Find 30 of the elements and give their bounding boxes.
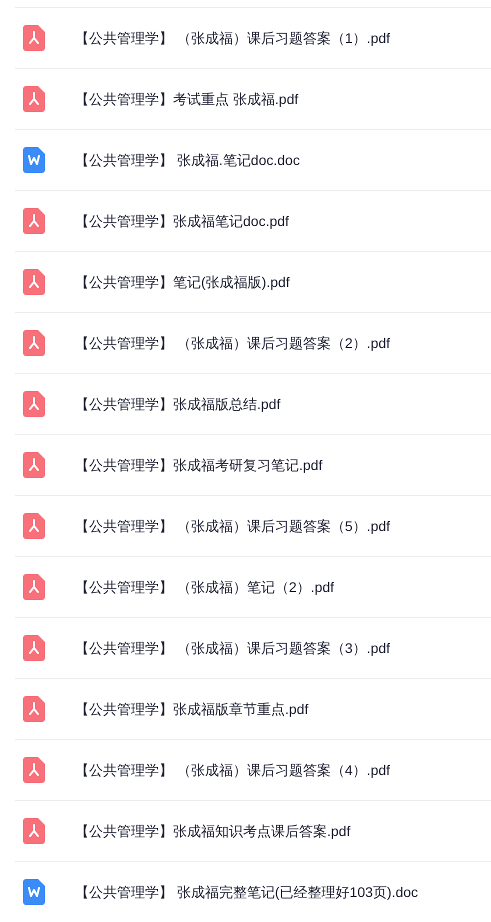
pdf-file-icon — [23, 391, 45, 417]
pdf-file-icon — [23, 757, 45, 783]
file-name[interactable]: 【公共管理学】笔记(张成福版).pdf — [75, 272, 290, 292]
file-name[interactable]: 【公共管理学】 （张成福）课后习题答案（2）.pdf — [75, 332, 390, 354]
pdf-file-icon — [23, 818, 45, 844]
file-name[interactable]: 【公共管理学】 （张成福）笔记（2）.pdf — [75, 576, 334, 598]
pdf-file-icon — [23, 208, 45, 234]
pdf-file-icon — [23, 86, 45, 112]
file-name[interactable]: 【公共管理学】张成福笔记doc.pdf — [75, 210, 289, 232]
file-name[interactable]: 【公共管理学】 （张成福）课后习题答案（1）.pdf — [75, 28, 390, 48]
file-name[interactable]: 【公共管理学】张成福知识考点课后答案.pdf — [75, 820, 350, 842]
pdf-file-icon — [23, 513, 45, 539]
word-file-icon — [23, 879, 45, 905]
pdf-file-icon — [23, 574, 45, 600]
pdf-file-icon — [23, 25, 45, 51]
file-name[interactable]: 【公共管理学】张成福版总结.pdf — [75, 394, 280, 414]
file-name[interactable]: 【公共管理学】 张成福.笔记doc.doc — [75, 150, 300, 170]
file-name[interactable]: 【公共管理学】 （张成福）课后习题答案（5）.pdf — [75, 516, 390, 536]
file-name[interactable]: 【公共管理学】张成福版章节重点.pdf — [75, 698, 308, 720]
pdf-file-icon — [23, 635, 45, 661]
pdf-file-icon — [23, 330, 45, 356]
file-name[interactable]: 【公共管理学】考试重点 张成福.pdf — [75, 88, 298, 110]
file-name[interactable]: 【公共管理学】 张成福完整笔记(已经整理好103页).doc — [75, 882, 418, 902]
pdf-file-icon — [23, 696, 45, 722]
pdf-file-icon — [23, 269, 45, 295]
file-name[interactable]: 【公共管理学】 （张成福）课后习题答案（3）.pdf — [75, 638, 390, 658]
pdf-file-icon — [23, 452, 45, 478]
file-name[interactable]: 【公共管理学】张成福考研复习笔记.pdf — [75, 454, 322, 476]
file-name[interactable]: 【公共管理学】 （张成福）课后习题答案（4）.pdf — [75, 760, 390, 780]
word-file-icon — [23, 147, 45, 173]
